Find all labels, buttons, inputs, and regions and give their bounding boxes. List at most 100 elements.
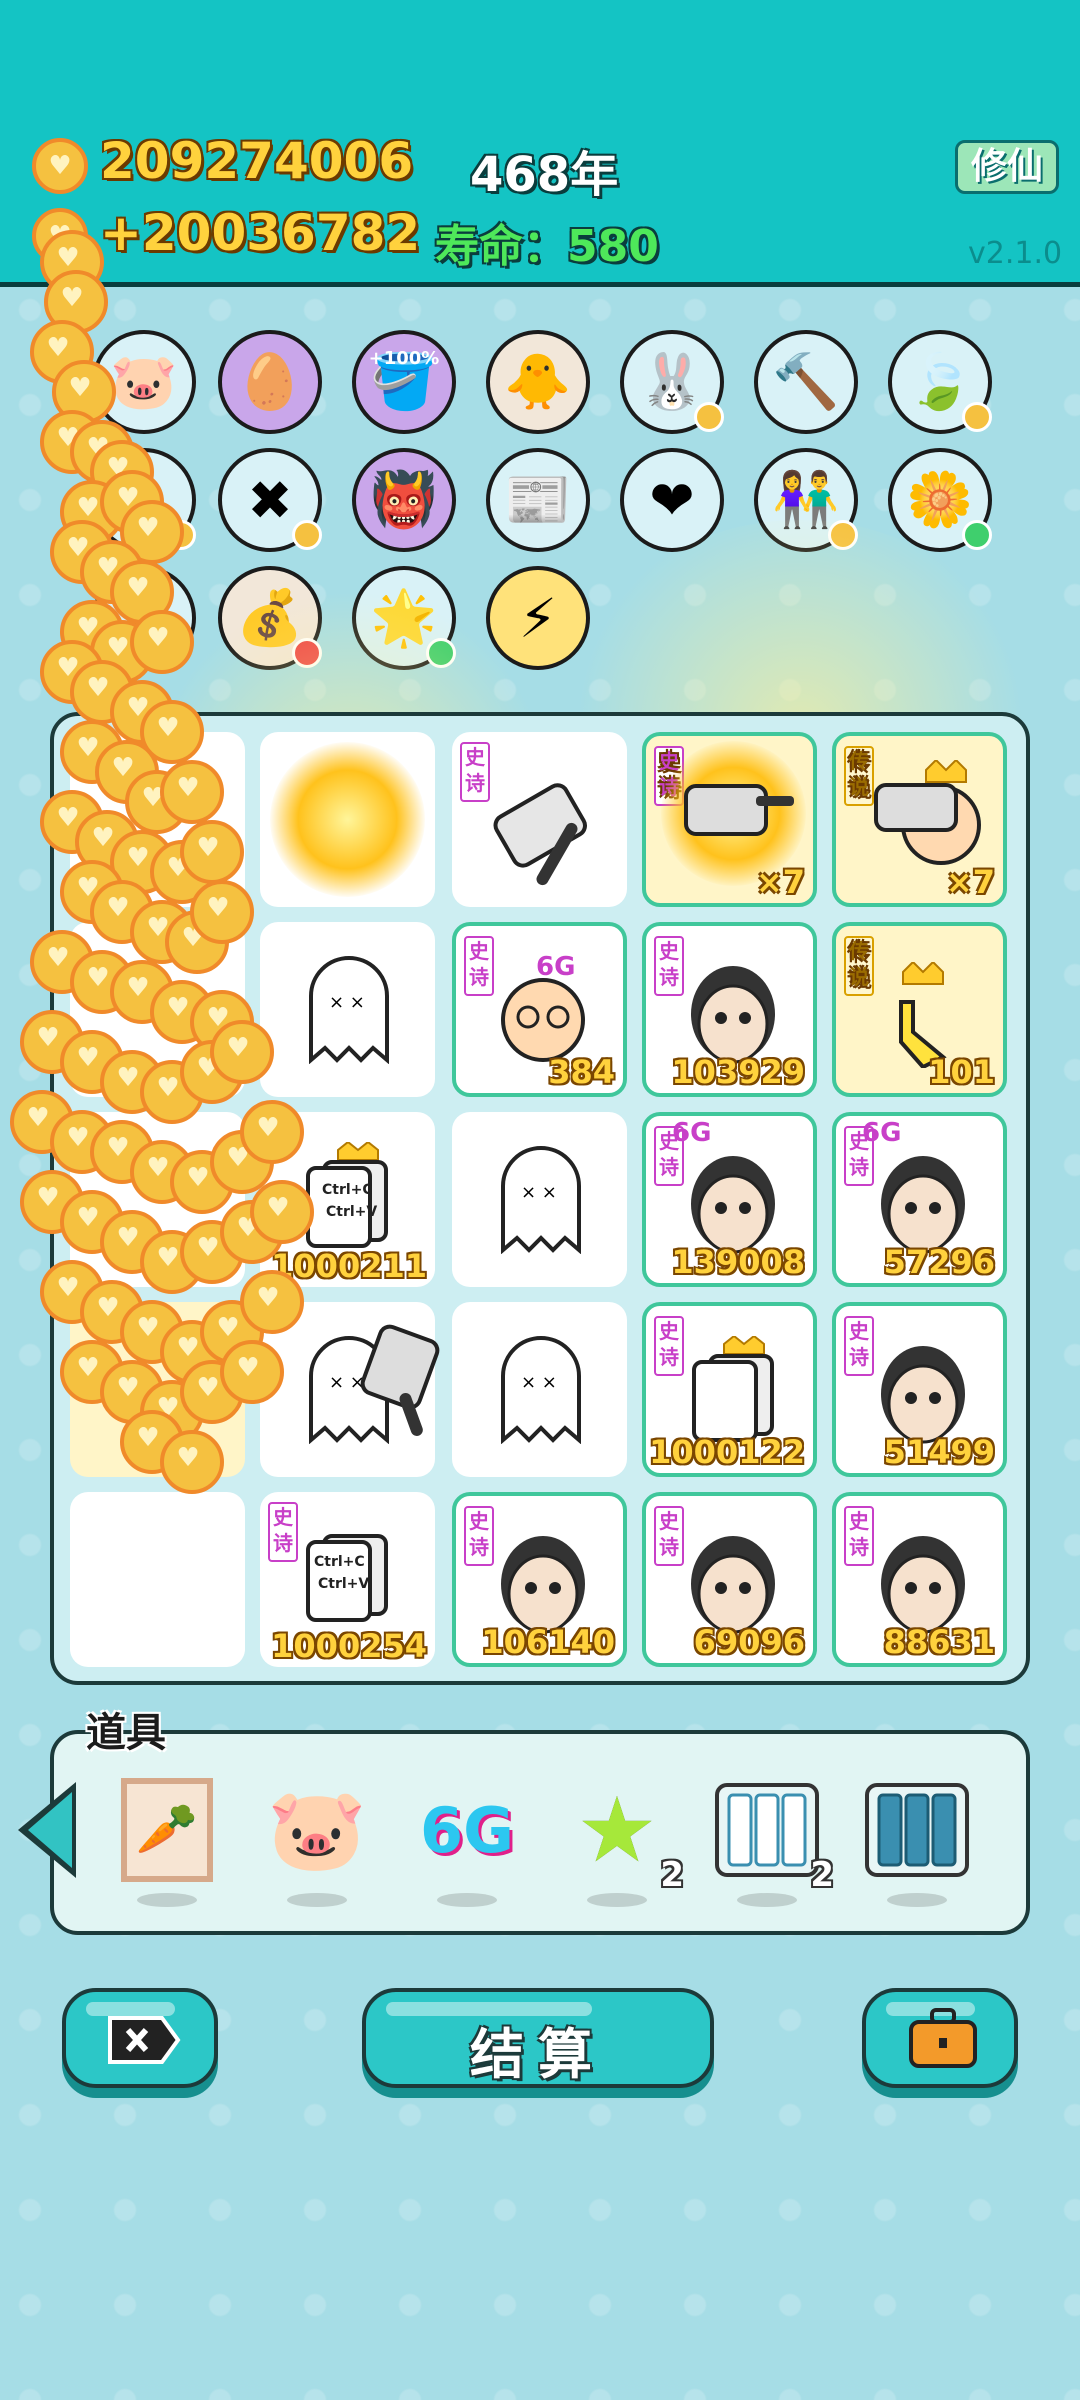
coin-icon <box>32 138 88 194</box>
piggy-bank-prop[interactable]: 🐷 <box>262 1775 372 1907</box>
hammer-item-icon[interactable]: 🔨 <box>754 330 858 434</box>
board-cell[interactable] <box>260 732 435 907</box>
paste-text: Ctrl+V <box>318 1576 370 1592</box>
explosion-effect <box>270 742 425 897</box>
chick-item-icon[interactable]: 🐥 <box>486 330 590 434</box>
star-prop[interactable]: ★ 2 <box>562 1775 684 1907</box>
coin-count: 209274006 <box>100 132 414 190</box>
paste-text: Ctrl+V <box>326 1204 378 1220</box>
board-cell[interactable]: 传说 101 <box>832 922 1007 1097</box>
6g-badge: 6G <box>672 1118 712 1148</box>
version-label: v2.1.0 <box>968 236 1063 271</box>
star-icon: ★ <box>576 1777 658 1883</box>
carrot-icon: 🥕 <box>121 1778 213 1882</box>
board-cell[interactable]: 传说 ×7 <box>832 732 1007 907</box>
board-cell[interactable]: 史诗 106140 <box>452 1492 627 1667</box>
6g-prop[interactable]: 6G <box>412 1775 522 1907</box>
board-cell[interactable]: 史诗 <box>452 732 627 907</box>
horned-item-icon[interactable]: 👹 <box>352 448 456 552</box>
board-cell[interactable]: 史诗 6G 384 <box>452 922 627 1097</box>
coin-badge-icon <box>694 402 724 432</box>
rarity-tag: 史诗 <box>464 1506 494 1566</box>
board-cell[interactable]: × × <box>452 1112 627 1287</box>
smiling-face-with-cooker-icon <box>874 760 981 865</box>
board-cell[interactable]: 史诗 103929 <box>642 922 817 1097</box>
flying-coin-icon <box>210 1020 274 1084</box>
board-cell[interactable]: × × <box>452 1302 627 1477</box>
briefcase-icon <box>909 2008 977 2068</box>
filled-cards-icon <box>865 1783 969 1877</box>
cell-multiplier: ×7 <box>755 863 805 901</box>
cell-value: 69096 <box>693 1623 805 1661</box>
props-title: 道具 <box>86 1710 166 1756</box>
rarity-tag: 史诗 <box>844 1506 874 1566</box>
board-cell[interactable]: 史诗 1000122 <box>642 1302 817 1477</box>
copy-text: Ctrl+C <box>314 1554 365 1570</box>
income-rate: +20036782 <box>100 204 421 262</box>
cultivate-button[interactable]: 修仙 <box>955 140 1059 194</box>
flying-coin-icon <box>160 760 224 824</box>
chevron-left-icon <box>28 1792 72 1868</box>
rarity-tag: 史诗 <box>654 1316 684 1376</box>
rarity-tag: 史诗 <box>654 936 684 996</box>
bucket-item-icon[interactable]: +100% 🪣 <box>352 330 456 434</box>
board-cell[interactable]: 史诗 51499 <box>832 1302 1007 1477</box>
cell-value: 57296 <box>883 1243 995 1281</box>
delete-tag-icon <box>108 2016 181 2064</box>
flying-coin-icon <box>250 1180 314 1244</box>
cell-value: 1000254 <box>271 1627 427 1665</box>
board-cell[interactable]: 史诗 88631 <box>832 1492 1007 1667</box>
green-badge-icon <box>962 520 992 550</box>
coin-badge-icon <box>292 520 322 550</box>
copy-text: Ctrl+C <box>322 1182 373 1198</box>
rabbit-item-icon[interactable]: 🐰 <box>620 330 724 434</box>
flying-coin-icon <box>160 1430 224 1494</box>
rarity-tag: 史诗 <box>268 1502 298 1562</box>
settle-button[interactable]: 结算 <box>362 1988 714 2088</box>
board-cell[interactable]: 史诗 6G 139008 <box>642 1112 817 1287</box>
empty-cards-prop[interactable]: 2 <box>712 1775 834 1907</box>
svg-text:× ×: × × <box>521 1372 557 1393</box>
settle-label: 结算 <box>470 2023 606 2086</box>
cell-value: 384 <box>548 1053 615 1091</box>
delete-button[interactable] <box>62 1988 218 2088</box>
leaf-item-icon[interactable]: 🍃 <box>888 330 992 434</box>
star-count: 2 <box>660 1855 684 1895</box>
filled-cards-prop[interactable] <box>862 1775 972 1907</box>
board-cell[interactable]: 史诗 ×7 <box>642 732 817 907</box>
cell-value: 51499 <box>883 1433 995 1471</box>
rarity-tag: 史诗 <box>464 936 494 996</box>
carrot-frame-prop[interactable]: 🥕 <box>112 1775 222 1907</box>
6g-badge: 6G <box>862 1118 902 1148</box>
egg-item-icon[interactable]: 🥚 <box>218 330 322 434</box>
top-bar: 209274006 +20036782 468年 寿命：580 修仙 v2.1.… <box>0 0 1080 287</box>
cell-value: 103929 <box>671 1053 805 1091</box>
lightning-item-icon[interactable]: ⚡ <box>486 566 590 670</box>
pressure-cooker-icon <box>360 1324 440 1436</box>
svg-text:× ×: × × <box>521 1182 557 1203</box>
prop-shadow <box>137 1893 197 1907</box>
lifespan-value: 580 <box>567 221 659 272</box>
flying-coin-icon <box>240 1100 304 1164</box>
prop-shadow <box>587 1893 647 1907</box>
delete-tag-item-icon[interactable]: ✖ <box>218 448 322 552</box>
rarity-tag: 史诗 <box>844 1316 874 1376</box>
flower-pot-item-icon[interactable]: 🌼 <box>888 448 992 552</box>
lifespan-label: 寿命： <box>435 221 567 272</box>
board-cell[interactable]: 史诗 Ctrl+C Ctrl+V 1000254 <box>260 1492 435 1667</box>
cards-count: 2 <box>810 1855 834 1895</box>
rarity-tag: 史诗 <box>654 1506 684 1566</box>
ghost-icon: × × <box>501 1146 581 1254</box>
board-cell[interactable]: × × <box>260 922 435 1097</box>
board-cell[interactable]: 史诗 6G 57296 <box>832 1112 1007 1287</box>
time-magazine-item-icon[interactable]: 📰 <box>486 448 590 552</box>
piggy-bank-icon: 🐷 <box>267 1783 367 1876</box>
prop-shadow <box>737 1893 797 1907</box>
prop-shadow <box>287 1893 347 1907</box>
cell-value: 106140 <box>481 1623 615 1661</box>
board-cell[interactable]: 史诗 69096 <box>642 1492 817 1667</box>
rarity-tag: 传说 <box>844 936 874 996</box>
board-cell[interactable] <box>70 1492 245 1667</box>
cell-multiplier: ×7 <box>945 863 995 901</box>
briefcase-button[interactable] <box>862 1988 1018 2088</box>
